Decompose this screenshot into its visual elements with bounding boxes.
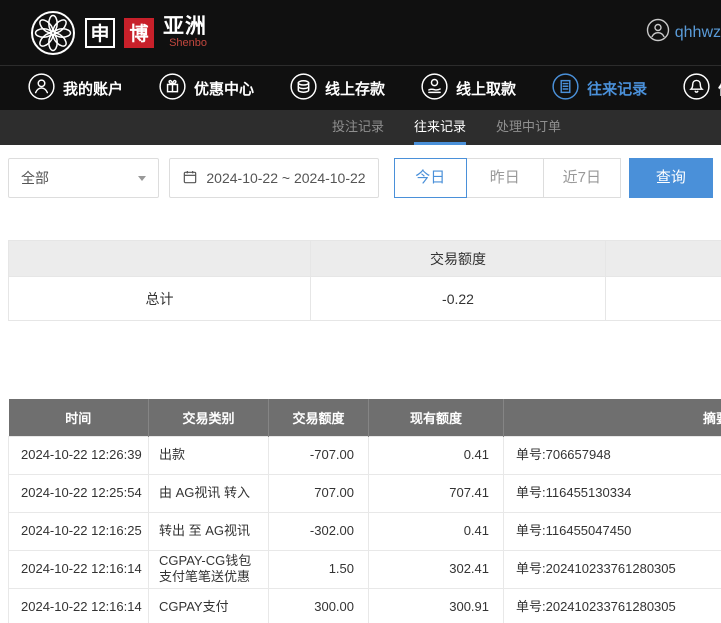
summary-header-spacer <box>605 240 721 277</box>
cell-amount: 300.00 <box>268 587 369 623</box>
cell-time: 2024-10-22 12:16:25 <box>8 511 149 551</box>
today-button[interactable]: 今日 <box>393 158 467 198</box>
cell-balance: 302.41 <box>368 549 504 589</box>
cell-balance: 0.41 <box>368 511 504 551</box>
table-row: 2024-10-22 12:16:25 转出 至 AG视讯 -302.00 0.… <box>8 511 721 551</box>
user-account[interactable]: qhhwz <box>646 18 721 47</box>
cell-type: CGPAY-CG钱包支付笔笔送优惠 <box>148 549 269 589</box>
nav-item-deposit[interactable]: 线上存款 <box>290 72 386 104</box>
summary-total-label: 总计 <box>8 276 311 321</box>
cell-note: 单号:116455047450 <box>503 511 721 551</box>
cell-time: 2024-10-22 12:16:14 <box>8 549 149 589</box>
nav-item-records[interactable]: 往来记录 <box>552 72 648 104</box>
date-range-value: 2024-10-22 ~ 2024-10-22 <box>206 170 366 186</box>
table-row: 2024-10-22 12:16:14 CGPAY支付 300.00 300.9… <box>8 587 721 623</box>
cell-time: 2024-10-22 12:25:54 <box>8 473 149 513</box>
nav-item-promotions[interactable]: 优惠中心 <box>159 72 255 104</box>
type-select-value: 全部 <box>21 170 49 186</box>
cell-amount: -707.00 <box>268 435 369 475</box>
summary-section: 交易额度 总计 -0.22 <box>8 240 721 321</box>
cell-balance: 0.41 <box>368 435 504 475</box>
cell-type: 转出 至 AG视讯 <box>148 511 269 551</box>
type-select[interactable]: 全部 <box>8 158 160 198</box>
records-icon <box>552 72 579 104</box>
cell-time: 2024-10-22 12:16:14 <box>8 587 149 623</box>
username-text: qhhwz <box>674 23 721 41</box>
summary-header-label: 交易额度 <box>310 240 606 277</box>
cell-amount: -302.00 <box>268 511 369 551</box>
tab-transaction-records[interactable]: 往来记录 <box>414 110 467 145</box>
cell-balance: 707.41 <box>368 473 504 513</box>
brand-char-shen: 申 <box>85 17 115 48</box>
cell-note: 单号:202410233761280305 <box>503 549 721 589</box>
last7days-button[interactable]: 近7日 <box>542 158 621 198</box>
cell-note: 单号:202410233761280305 <box>503 587 721 623</box>
withdraw-icon <box>421 72 448 104</box>
records-section: 时间 交易类别 交易额度 现有额度 摘要 2024-10-22 12:26:39… <box>8 399 721 623</box>
query-button[interactable]: 查询 <box>628 158 714 198</box>
cell-note: 单号:116455130334 <box>503 473 721 513</box>
summary-header-spacer <box>8 240 311 277</box>
tab-processing-orders[interactable]: 处理中订单 <box>496 110 561 145</box>
cell-amount: 707.00 <box>268 473 369 513</box>
summary-empty-cell <box>605 276 721 321</box>
yesterday-button[interactable]: 昨日 <box>465 158 544 198</box>
nav-label: 优惠中心 <box>194 80 255 98</box>
quick-date-buttons: 今日 昨日 近7日 <box>393 158 621 198</box>
bell-icon <box>683 72 710 104</box>
filter-bar: 全部 2024-10-22 ~ 2024-10-22 今日 昨日 近7日 查询 <box>8 158 714 198</box>
date-range-input[interactable]: 2024-10-22 ~ 2024-10-22 <box>169 158 379 198</box>
sub-nav: 投注记录 往来记录 处理中订单 <box>0 110 721 145</box>
table-row: 2024-10-22 12:25:54 由 AG视讯 转入 707.00 707… <box>8 473 721 513</box>
cell-balance: 300.91 <box>368 587 504 623</box>
calendar-icon <box>182 169 198 188</box>
table-row: 2024-10-22 12:16:14 CGPAY-CG钱包支付笔笔送优惠 1.… <box>8 549 721 589</box>
user-icon <box>28 72 55 104</box>
nav-label: 线上取款 <box>456 80 517 98</box>
cell-note: 单号:706657948 <box>503 435 721 475</box>
cell-amount: 1.50 <box>268 549 369 589</box>
cell-type: CGPAY支付 <box>148 587 269 623</box>
col-header-balance: 现有额度 <box>368 399 504 436</box>
summary-total-value: -0.22 <box>310 276 606 321</box>
nav-label: 往来记录 <box>587 80 648 98</box>
cell-type: 出款 <box>148 435 269 475</box>
lotus-logo-icon <box>30 10 76 56</box>
col-header-note: 摘要 <box>503 399 721 436</box>
cell-type: 由 AG视讯 转入 <box>148 473 269 513</box>
nav-label: 我的账户 <box>63 80 124 98</box>
nav-item-messages[interactable]: 信息 <box>683 72 721 104</box>
col-header-type: 交易类别 <box>148 399 269 436</box>
top-header: 申 博 亚洲 Shenbo qhhwz <box>0 0 721 65</box>
nav-label: 线上存款 <box>325 80 386 98</box>
tab-betting-records[interactable]: 投注记录 <box>332 110 384 145</box>
chevron-down-icon <box>138 175 147 181</box>
brand-logo[interactable]: 申 博 亚洲 Shenbo <box>30 10 207 56</box>
main-nav: 我的账户 优惠中心 线上存款 线上取款 往来记录 信息 <box>0 65 721 110</box>
table-row: 2024-10-22 12:26:39 出款 -707.00 0.41 单号:7… <box>8 435 721 475</box>
gift-icon <box>159 72 186 104</box>
brand-char-bo: 博 <box>124 17 154 48</box>
coins-icon <box>290 72 317 104</box>
brand-subtitle: Shenbo <box>169 36 207 49</box>
col-header-time: 时间 <box>8 399 149 436</box>
nav-item-my-account[interactable]: 我的账户 <box>28 72 124 104</box>
brand-region: 亚洲 <box>163 14 207 38</box>
cell-time: 2024-10-22 12:26:39 <box>8 435 149 475</box>
records-header-row: 时间 交易类别 交易额度 现有额度 摘要 <box>8 399 721 436</box>
avatar-icon <box>646 18 670 47</box>
col-header-amount: 交易额度 <box>268 399 369 436</box>
nav-item-withdraw[interactable]: 线上取款 <box>421 72 517 104</box>
